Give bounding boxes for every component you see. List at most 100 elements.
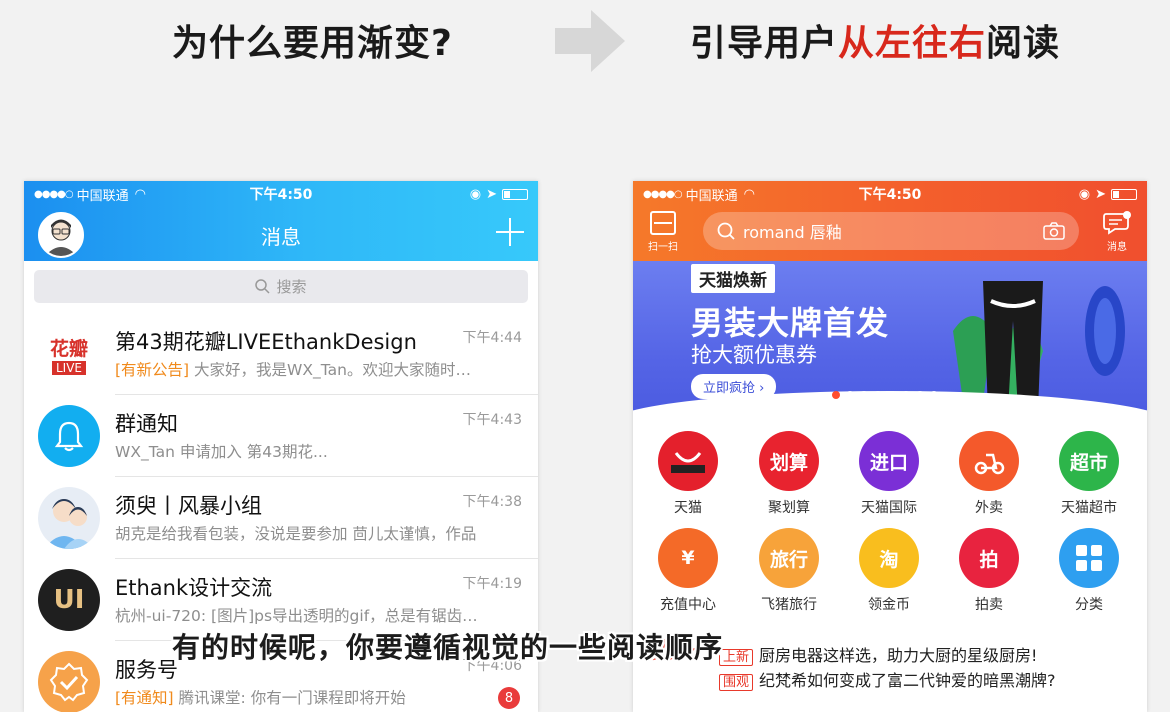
- news-tag: 上新: [719, 649, 754, 666]
- user-avatar[interactable]: [38, 212, 84, 258]
- category-travel[interactable]: 旅行 飞猪旅行: [749, 528, 829, 614]
- logo-text-bottom: LIVE: [51, 360, 86, 375]
- huaban-live-logo: 花瓣 LIVE: [38, 323, 100, 385]
- tmall-logo: 天猫焕新: [691, 264, 775, 293]
- carousel-dots[interactable]: [832, 391, 938, 399]
- carousel-dot[interactable]: [832, 391, 840, 399]
- travel-icon: 旅行: [759, 528, 819, 588]
- category-glyph: 淘: [879, 548, 899, 571]
- service-badge-icon: [38, 651, 100, 712]
- status-bar: ●●●●○ 中国联通 ◠ 下午4:50 ◉ ➤: [24, 181, 538, 207]
- category-glyph: 拍: [979, 548, 999, 571]
- category-icon: [1059, 528, 1119, 588]
- search-placeholder: 搜索: [276, 278, 307, 296]
- category-category[interactable]: 分类: [1049, 528, 1129, 614]
- category-recharge[interactable]: ¥ 充值中心: [648, 528, 728, 614]
- carousel-dot[interactable]: [902, 391, 910, 399]
- category-label: 外卖: [975, 500, 1003, 516]
- news-text: 纪梵希如何变成了富二代钟爱的暗黑潮牌?: [759, 671, 1056, 690]
- category-label: 聚划算: [768, 500, 810, 516]
- scan-icon: [650, 211, 676, 235]
- search-icon: [717, 222, 735, 240]
- banner-headline: 男装大牌首发: [691, 304, 890, 342]
- conversation-row[interactable]: 群通知 下午4:43 WX_Tan 申请加入 第43期花...: [24, 395, 538, 477]
- category-glyph: 旅行: [769, 548, 808, 571]
- bell-icon: [38, 405, 100, 467]
- category-label: 飞猪旅行: [761, 597, 817, 613]
- category-coin[interactable]: 淘领金币: [849, 528, 929, 614]
- preview-text: 腾讯课堂: 你有一门课程即将开始: [178, 689, 406, 707]
- category-label: 天猫超市: [1061, 500, 1117, 516]
- right-heading-highlight: 从左往右: [838, 23, 987, 64]
- news-tag: 围观: [719, 674, 754, 691]
- coin-icon: 淘: [859, 528, 919, 588]
- category-label: 领金币: [868, 597, 910, 613]
- conversation-row[interactable]: 花瓣 LIVE 第43期花瓣LIVEEthankDesign 下午4:44 [有…: [24, 313, 538, 395]
- right-heading-suffix: 阅读: [986, 23, 1061, 64]
- lock-rotation-icon: ◉: [1078, 186, 1091, 202]
- battery-icon: [502, 188, 528, 200]
- carrier-label: 中国联通: [685, 188, 738, 204]
- signal-icon: ●●●●○: [643, 188, 683, 200]
- carousel-dot[interactable]: [930, 391, 938, 399]
- carousel-dot[interactable]: [888, 391, 896, 399]
- news-text: 厨房电器这样选，助力大厨的星级厨房!: [759, 646, 1038, 665]
- conversation-name: 须臾丨风暴小组: [115, 494, 262, 518]
- wifi-icon: ◠: [134, 186, 146, 202]
- search-input[interactable]: 搜索: [34, 270, 528, 303]
- carousel-dot[interactable]: [846, 391, 854, 399]
- location-icon: ➤: [1095, 186, 1106, 202]
- conversation-name: Ethank设计交流: [115, 576, 273, 600]
- category-label: 拍卖: [975, 597, 1003, 613]
- right-heading-prefix: 引导用户: [690, 23, 839, 64]
- category-glyph: 进口: [869, 451, 908, 474]
- camera-icon[interactable]: [1043, 222, 1065, 240]
- category-glyph: 划算: [769, 451, 808, 474]
- search-input[interactable]: romand 唇釉: [703, 212, 1079, 250]
- conversation-preview: [有新公告] 大家好，我是WX_Tan。欢迎大家随时…: [115, 358, 525, 380]
- scan-button[interactable]: 扫一扫: [645, 211, 681, 253]
- carousel-dot[interactable]: [916, 391, 924, 399]
- location-icon: ➤: [486, 186, 497, 202]
- group-avatar: [38, 487, 100, 549]
- status-bar: ●●●●○ 中国联通 ◠ 下午4:50 ◉ ➤: [633, 181, 1147, 207]
- preview-text: 杭州-ui-720: [图片]ps导出透明的gif，总是有锯齿…: [115, 607, 478, 625]
- preview-text: 胡克是给我看包装，没说是要参加 茴儿太谨慎，作品: [115, 525, 477, 543]
- banner-subline: 抢大额优惠券: [691, 343, 817, 367]
- conversation-preview: [有通知] 腾讯课堂: 你有一门课程即将开始: [115, 686, 525, 708]
- add-plus-icon[interactable]: [496, 218, 524, 246]
- conversation-preview: WX_Tan 申请加入 第43期花...: [115, 440, 525, 462]
- carousel-dot[interactable]: [874, 391, 882, 399]
- battery-icon: [1111, 188, 1137, 200]
- category-label: 分类: [1075, 597, 1103, 613]
- category-glyph: ¥: [681, 547, 695, 569]
- carousel-dot[interactable]: [860, 391, 868, 399]
- video-subtitle: 有的时候呢，你要遵循视觉的一些阅读顺序: [172, 631, 724, 664]
- conversation-row[interactable]: 须臾丨风暴小组 下午4:38 胡克是给我看包装，没说是要参加 茴儿太谨慎，作品: [24, 477, 538, 559]
- left-heading: 为什么要用渐变?: [172, 23, 453, 64]
- category-auction[interactable]: 拍拍卖: [949, 528, 1029, 614]
- conversation-preview: 胡克是给我看包装，没说是要参加 茴儿太谨慎，作品: [115, 522, 525, 544]
- category-supermarket[interactable]: 超市 天猫超市: [1049, 431, 1129, 517]
- category-juhuasuan[interactable]: 划算 聚划算: [749, 431, 829, 517]
- category-label: 充值中心: [660, 597, 716, 613]
- wifi-icon: ◠: [743, 186, 755, 202]
- message-button[interactable]: 消息: [1099, 211, 1135, 253]
- category-tmall[interactable]: 天猫: [648, 431, 728, 517]
- category-glyph: 超市: [1069, 451, 1108, 474]
- tmall-global-icon: 进口: [859, 431, 919, 491]
- conversation-time: 下午4:38: [462, 494, 522, 510]
- category-tmall-global[interactable]: 进口 天猫国际: [849, 431, 929, 517]
- category-takeout[interactable]: 外卖: [949, 431, 1029, 517]
- scan-label: 扫一扫: [648, 242, 678, 253]
- takeout-icon: [959, 431, 1019, 491]
- conversation-name: 服务号: [115, 658, 178, 682]
- news-item[interactable]: 上新 厨房电器这样选，助力大厨的星级厨房!: [719, 642, 1037, 666]
- conversation-time: 下午4:19: [462, 576, 522, 592]
- auction-icon: 拍: [959, 528, 1019, 588]
- search-icon: [255, 279, 271, 294]
- tmall-icon: [658, 431, 718, 491]
- news-item[interactable]: 围观 纪梵希如何变成了富二代钟爱的暗黑潮牌?: [719, 667, 1056, 691]
- signal-icon: ●●●●○: [34, 188, 74, 200]
- recharge-icon: ¥: [658, 528, 718, 588]
